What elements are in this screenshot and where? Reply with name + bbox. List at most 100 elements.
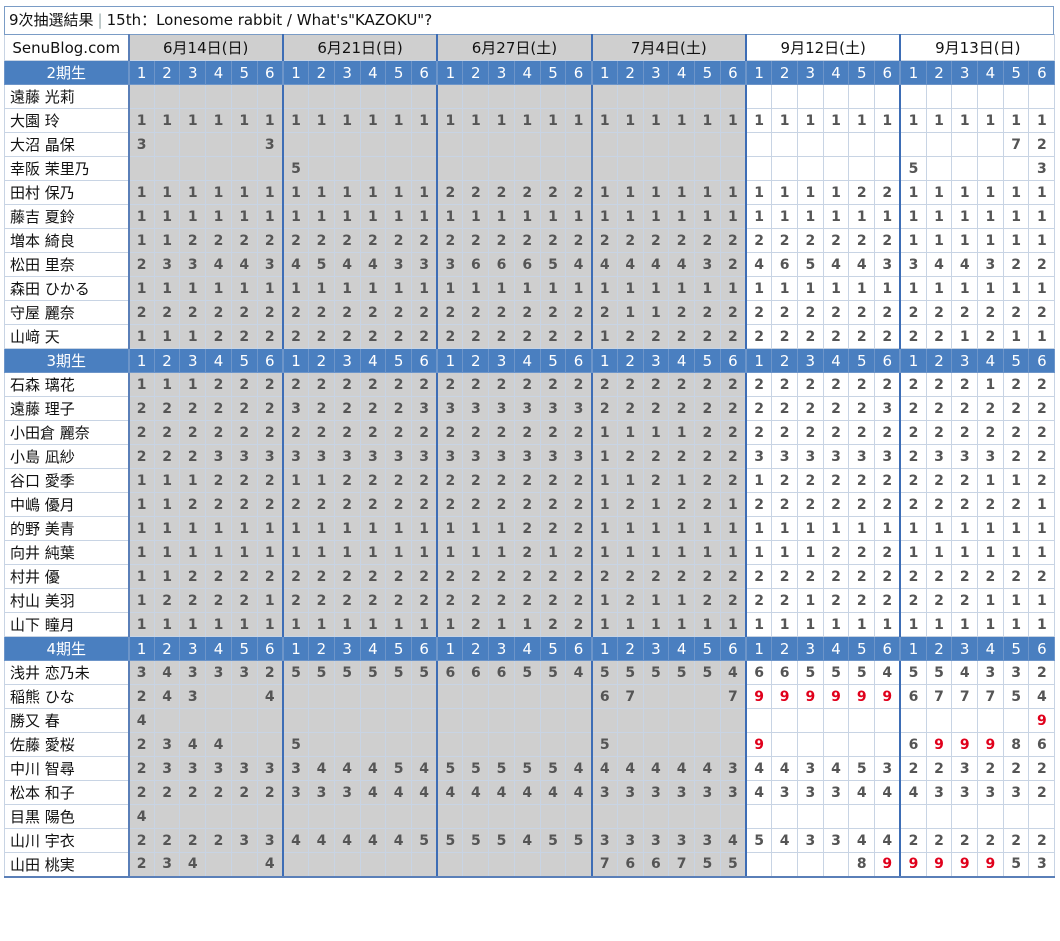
lottery-cell: 2 [1028,660,1056,685]
lottery-cell: 2 [282,420,310,445]
lottery-cell: 6 [436,660,464,685]
lottery-cell: 2 [745,492,773,517]
lottery-cell: 2 [179,828,207,853]
lottery-cell: 2 [282,228,310,253]
lottery-cell: 2 [128,684,155,709]
lottery-cell: 2 [333,324,361,349]
lottery-cell: 3 [128,660,155,685]
lottery-cell: 1 [668,516,695,541]
lottery-cell: 1 [771,540,798,565]
lottery-cell [128,84,155,109]
lottery-cell: 1 [359,180,387,205]
lottery-cell: 1 [256,276,284,301]
member-row: 森田 ひかる 1 1 1 1 1 1 1 1 1 1 1 1 1 1 1 1 1 1 1 1 1 1 1 1 1 1 1 1 1 1 1 1 1 1… [4,276,1056,301]
lottery-cell: 2 [513,420,541,445]
lottery-cell: 1 [333,180,361,205]
lottery-cell: 2 [488,468,515,493]
lottery-cell [385,852,412,878]
lottery-cell: 2 [1028,780,1056,805]
lottery-cell [642,156,670,181]
lottery-cell: 1 [668,540,695,565]
lottery-cell: 1 [796,180,824,205]
lottery-cell [410,804,439,829]
lottery-cell [539,84,567,109]
member-row: 山田 桃実 2 3 4 4 7 6 6 7 5 5 8 9 9 9 9 9 5 3 [4,852,1056,878]
lottery-cell: 2 [822,588,850,613]
lottery-cell: 3 [1002,780,1030,805]
lottery-cell: 2 [539,588,567,613]
member-name: 村井 優 [4,564,130,589]
lottery-cell: 3 [179,252,207,277]
lottery-cell: 1 [308,468,335,493]
lottery-cell [410,852,439,878]
lottery-cell [359,156,387,181]
part-number-header: 3 [642,60,670,85]
lottery-cell: 2 [616,564,644,589]
member-name: 小田倉 麗奈 [4,420,130,445]
lottery-cell: 1 [951,228,979,253]
lottery-cell: 4 [333,828,361,853]
lottery-cell [205,708,232,733]
lottery-cell: 2 [719,252,748,277]
member-row: 増本 綺良 1 1 2 2 2 2 2 2 2 2 2 2 2 2 2 2 2 2 2 2 2 2 2 2 2 2 2 2 2 2 1 1 1 1 1… [4,228,1056,253]
lottery-cell: 2 [385,396,412,421]
lottery-cell: 2 [719,444,748,469]
lottery-cell [616,732,644,757]
lottery-cell: 1 [719,108,748,133]
lottery-cell [513,156,541,181]
lottery-cell [822,804,850,829]
lottery-cell: 2 [256,228,284,253]
lottery-cell: 3 [822,444,850,469]
part-number-header: 1 [436,636,464,661]
member-name: 山下 瞳月 [4,612,130,637]
lottery-cell [539,708,567,733]
lottery-cell: 2 [771,228,798,253]
part-number-header: 1 [745,636,773,661]
lottery-cell: 4 [436,780,464,805]
lottery-cell: 2 [1002,444,1030,469]
lottery-cell: 4 [848,252,876,277]
lottery-cell: 1 [410,204,439,229]
lottery-cell [436,684,464,709]
lottery-cell: 2 [668,396,695,421]
lottery-cell: 4 [668,756,695,781]
lottery-cell: 1 [719,492,748,517]
lottery-cell [179,804,207,829]
lottery-cell: 1 [1002,228,1030,253]
lottery-cell: 1 [668,588,695,613]
lottery-cell: 2 [771,564,798,589]
lottery-cell: 5 [436,828,464,853]
lottery-cell: 2 [308,372,335,397]
lottery-cell: 2 [488,420,515,445]
lottery-cell: 2 [745,564,773,589]
lottery-cell: 2 [642,372,670,397]
lottery-cell: 5 [1002,684,1030,709]
lottery-cell [385,804,412,829]
member-row: 大沼 晶保 3 3 7 2 [4,132,1056,157]
lottery-cell: 1 [1028,540,1056,565]
lottery-cell: 2 [616,324,644,349]
lottery-cell: 2 [488,180,515,205]
lottery-cell: 2 [591,228,618,253]
lottery-cell: 2 [694,564,721,589]
lottery-cell: 3 [796,828,824,853]
lottery-cell: 1 [899,108,927,133]
lottery-cell: 2 [796,420,824,445]
lottery-cell [796,132,824,157]
lottery-cell: 5 [925,660,953,685]
lottery-cell: 4 [282,828,310,853]
lottery-cell: 3 [565,444,593,469]
lottery-cell: 2 [899,324,927,349]
lottery-cell: 1 [1028,180,1056,205]
lottery-cell: 1 [1028,108,1056,133]
lottery-cell [848,732,876,757]
lottery-cell: 1 [951,108,979,133]
lottery-cell: 1 [153,540,181,565]
lottery-cell: 2 [925,756,953,781]
lottery-cell: 2 [796,396,824,421]
lottery-cell: 4 [565,252,593,277]
lottery-cell: 1 [410,612,439,637]
part-number-header: 1 [282,636,310,661]
lottery-cell: 4 [462,780,490,805]
lottery-cell: 5 [539,660,567,685]
